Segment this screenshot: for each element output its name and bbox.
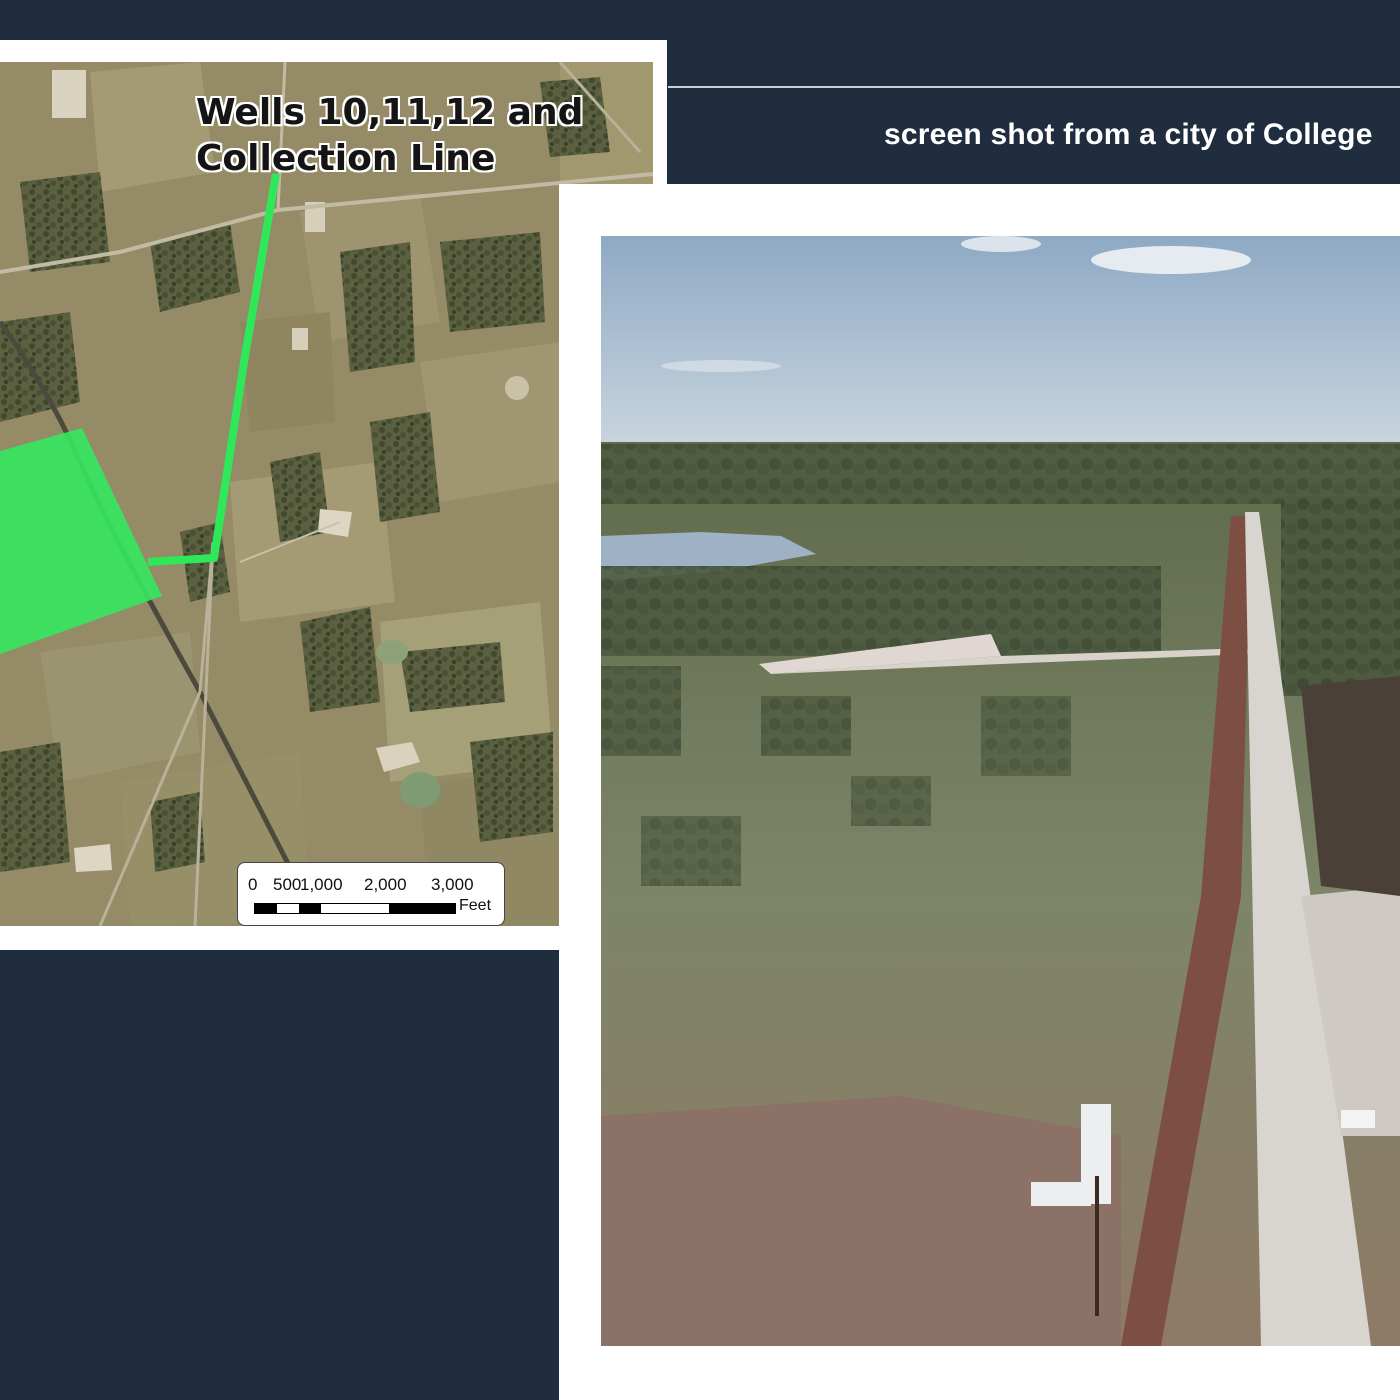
scale-bar-legend: 0 500 1,000 2,000 3,000 Feet [237,862,505,926]
scale-label: 500 [273,875,302,894]
header-divider [668,86,1400,88]
aerial-map-image [0,62,653,926]
scale-label: 0 [248,875,258,894]
drone-photo-image [601,236,1400,1346]
slide-caption: screen shot from a city of College [884,118,1373,151]
photo-card [559,184,1400,1400]
map-title-line-1: Wells 10,11,12 and [196,92,584,133]
scale-label: 2,000 [364,875,407,894]
scale-label: 3,000 [431,875,474,894]
aerial-map: Wells 10,11,12 and Collection Line 0 500… [0,62,653,926]
map-title: Wells 10,11,12 and Collection Line [196,90,583,182]
scale-bar [254,903,456,914]
scale-unit: Feet [459,897,492,914]
drone-photo [601,236,1400,1346]
scale-label: 1,000 [300,875,343,894]
map-title-line-2: Collection Line [196,138,496,179]
